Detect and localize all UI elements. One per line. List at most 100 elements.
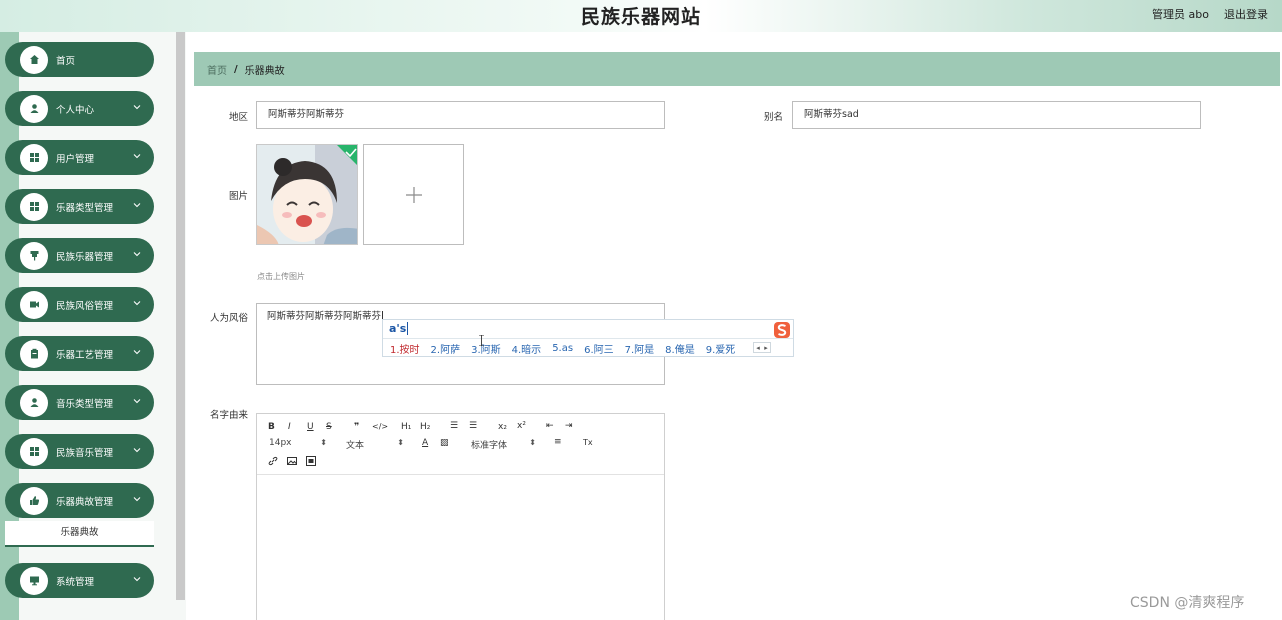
select-caret-icon: ⬍ [397,438,404,447]
sidebar-item-label: 系统管理 [56,576,95,588]
sidebar-item-ethnic-instrument-management[interactable]: 民族乐器管理 [5,238,154,273]
chevron-down-icon [133,301,141,306]
select-caret-icon: ⬍ [529,438,536,447]
font-size-select[interactable]: 14px ⬍ [269,438,327,448]
ime-candidate[interactable]: 5.as [552,343,573,354]
site-title: 民族乐器网站 [580,6,701,28]
sidebar-item-label: 乐器类型管理 [56,202,114,214]
sidebar-item-instrument-type-management[interactable]: 乐器类型管理 [5,189,154,224]
grid-icon [20,143,48,172]
pin-icon [20,241,48,270]
grid-icon [20,192,48,221]
strike-button[interactable]: S [326,422,332,432]
user-icon [20,388,48,417]
superscript-button[interactable]: x² [517,421,526,431]
italic-button[interactable]: I [288,422,291,432]
sidebar-item-label: 用户管理 [56,153,95,165]
h1-button[interactable]: H₁ [401,422,411,432]
sidebar-item-user-management[interactable]: 用户管理 [5,140,154,175]
video-icon[interactable] [306,456,316,466]
sidebar-item-ethnic-custom-management[interactable]: 民族风俗管理 [5,287,154,322]
video-icon [20,290,48,319]
clean-format-button[interactable]: Tx [583,438,593,447]
ime-candidate[interactable]: 8.俺是 [665,341,695,356]
alias-input[interactable]: 阿斯蒂芬sad [792,101,1201,129]
sidebar-item-label: 音乐类型管理 [56,398,114,410]
ime-candidate[interactable]: 6.阿三 [584,341,614,356]
ordered-list-button[interactable]: ☰ [450,421,458,431]
bullet-list-button[interactable]: ☰ [469,421,477,431]
upload-tip: 点击上传图片 [257,272,305,281]
logout-link[interactable]: 退出登录 [1224,6,1268,22]
h2-button[interactable]: H₂ [420,422,430,432]
sidebar-item-label: 民族音乐管理 [56,447,114,459]
image-label: 图片 [228,191,248,202]
background-color-button[interactable]: ▨ [440,438,449,448]
grid-icon [20,437,48,466]
sidebar-scrollbar[interactable] [176,32,185,600]
link-icon[interactable] [268,456,278,466]
name-origin-label: 名字由来 [209,410,248,421]
ime-next-icon[interactable]: ▸ [764,344,768,352]
upload-image-button[interactable] [363,144,464,245]
ime-candidates: 1.按时 2.阿萨 3.阿斯 4.暗示 5.as 6.阿三 7.阿是 8.俺是 9.爱死 [383,339,793,357]
ime-candidate[interactable]: 7.阿是 [625,341,655,356]
clipboard-icon [20,339,48,368]
indent-button[interactable]: ⇥ [565,421,573,431]
region-label: 地区 [228,112,248,123]
sidebar-item-ethnic-music-management[interactable]: 民族音乐管理 [5,434,154,469]
breadcrumb: 首页 / 乐器典故 [194,52,1280,86]
rich-text-editor: B I U S ❞ </> H₁ H₂ ☰ ☰ x₂ x² ⇤ ⇥ 14px ⬍ … [256,413,665,620]
region-input[interactable]: 阿斯蒂芬阿斯蒂芬 [256,101,665,129]
ime-candidate[interactable]: 9.爱死 [706,341,736,356]
subscript-button[interactable]: x₂ [498,422,507,432]
editor-toolbar: B I U S ❞ </> H₁ H₂ ☰ ☰ x₂ x² ⇤ ⇥ 14px ⬍ … [257,414,664,475]
ime-candidate[interactable]: 4.暗示 [512,341,542,356]
home-icon [20,45,48,74]
uploaded-image-thumbnail[interactable] [256,144,358,245]
chevron-down-icon [133,105,141,110]
text-cursor-icon [479,335,484,346]
sidebar-item-instrument-craft-management[interactable]: 乐器工艺管理 [5,336,154,371]
font-family-select[interactable]: 标准字体 ⬍ [471,438,536,451]
sidebar-item-label: 个人中心 [56,104,95,116]
sidebar-item-personal-center[interactable]: 个人中心 [5,91,154,126]
bold-button[interactable]: B [268,422,275,432]
sidebar-item-music-type-management[interactable]: 音乐类型管理 [5,385,154,420]
outdent-button[interactable]: ⇤ [546,421,554,431]
sidebar-item-instrument-allusion-management[interactable]: 乐器典故管理 [5,483,154,518]
chevron-down-icon [133,350,141,355]
custom-label: 人为风俗 [209,313,248,324]
sidebar-item-label: 乐器工艺管理 [56,349,114,361]
code-block-button[interactable]: </> [372,422,388,431]
submenu-item-instrument-allusion[interactable]: 乐器典故 [5,521,154,547]
chevron-down-icon [133,577,141,582]
chevron-down-icon [133,252,141,257]
chevron-down-icon [133,497,141,502]
chevron-down-icon [133,399,141,404]
sidebar-item-label: 乐器典故管理 [56,496,114,508]
user-icon [20,94,48,123]
image-icon[interactable] [287,456,297,466]
sidebar-item-home[interactable]: 首页 [5,42,154,77]
breadcrumb-home[interactable]: 首页 [207,62,227,77]
align-button[interactable]: ≡ [554,437,562,447]
sidebar-item-label: 民族风俗管理 [56,300,114,312]
chevron-down-icon [133,448,141,453]
quote-button[interactable]: ❞ [354,422,359,432]
sogou-logo-icon [774,322,790,338]
ime-candidate[interactable]: 1.按时 [390,341,420,356]
underline-button[interactable]: U [307,422,314,432]
ime-candidate[interactable]: 3.阿斯 [471,341,501,356]
breadcrumb-separator: / [234,63,238,75]
monitor-icon [20,566,48,595]
custom-textarea-value: 阿斯蒂芬阿斯蒂芬阿斯蒂芬 [267,311,382,322]
sidebar-item-system-management[interactable]: 系统管理 [5,563,154,598]
ime-candidate-window: a's 1.按时 2.阿萨 3.阿斯 4.暗示 5.as 6.阿三 7.阿是 8.俺是 9.爱死… [382,319,794,357]
ime-prev-icon[interactable]: ◂ [756,344,760,352]
font-color-button[interactable]: A [422,438,428,448]
ime-candidate[interactable]: 2.阿萨 [431,341,461,356]
ime-pager[interactable]: ◂ ▸ [753,342,771,353]
thumb-icon [20,486,48,515]
header-type-select[interactable]: 文本 ⬍ [346,438,404,451]
